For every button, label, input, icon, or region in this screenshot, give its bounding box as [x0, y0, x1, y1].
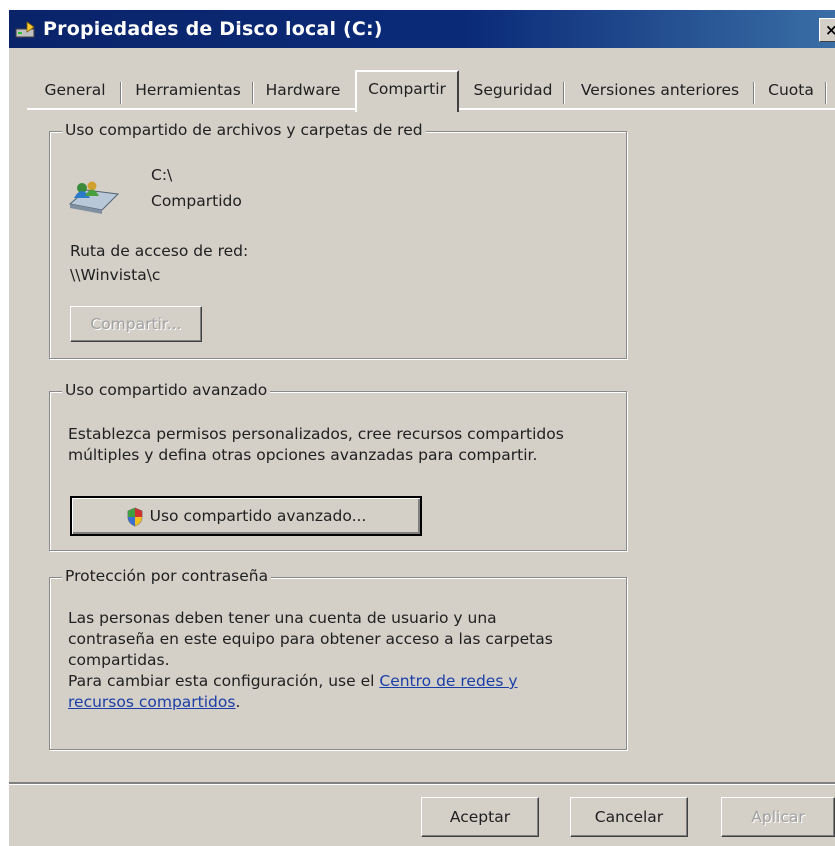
tab-cuota-label: Cuota — [768, 81, 814, 99]
tab-seguridad-label: Seguridad — [473, 81, 553, 99]
advanced-sharing-description-line1: Establezca permisos personalizados, cree… — [68, 425, 564, 443]
network-path-value: \\Winvista\c — [70, 266, 161, 284]
ok-button[interactable]: Aceptar — [421, 797, 539, 837]
tab-herramientas[interactable]: Herramientas — [122, 74, 254, 108]
tab-cuota[interactable]: Cuota — [755, 74, 827, 108]
title-bar[interactable]: Propiedades de Disco local (C:) × — [9, 10, 835, 48]
tab-versiones-label: Versiones anteriores — [580, 81, 740, 99]
share-button[interactable]: Compartir... — [70, 306, 202, 342]
tab-general[interactable]: General — [28, 74, 122, 108]
network-center-link-cont[interactable]: recursos compartidos — [68, 693, 235, 711]
tab-general-label: General — [44, 81, 106, 99]
tab-strip: General Herramientas Hardware Compartir … — [9, 70, 835, 112]
password-text-line1: Las personas deben tener una cuenta de u… — [68, 609, 497, 627]
tab-compartir-label: Compartir — [368, 80, 446, 98]
password-protection-group: Protección por contraseña Las personas d… — [49, 567, 627, 750]
password-protection-legend: Protección por contraseña — [62, 567, 272, 585]
apply-button[interactable]: Aplicar — [721, 797, 835, 837]
password-text-line3: compartidas. — [68, 651, 170, 669]
advanced-sharing-button-label: Uso compartido avanzado... — [149, 507, 367, 525]
advanced-sharing-legend: Uso compartido avanzado — [62, 381, 271, 399]
tab-versiones-anteriores[interactable]: Versiones anteriores — [565, 74, 755, 108]
network-sharing-group: Uso compartido de archivos y carpetas de… — [49, 121, 627, 359]
window-title: Propiedades de Disco local (C:) — [43, 18, 383, 40]
uac-shield-icon — [127, 507, 143, 526]
tab-compartir[interactable]: Compartir — [355, 70, 459, 112]
drive-path: C:\ — [151, 166, 173, 184]
advanced-sharing-description-line2: múltiples y defina otras opciones avanza… — [68, 446, 538, 464]
shared-drive-icon — [68, 181, 120, 214]
close-button[interactable]: × — [819, 18, 835, 42]
password-text-line2: contraseña en este equipo para obtener a… — [68, 630, 553, 648]
tab-hardware-label: Hardware — [265, 81, 341, 99]
tab-panel-bottom-border — [9, 782, 835, 785]
password-protection-text: Las personas deben tener una cuenta de u… — [68, 608, 618, 713]
share-status: Compartido — [151, 192, 242, 210]
drive-icon — [15, 21, 35, 38]
network-path-label: Ruta de acceso de red: — [70, 242, 249, 260]
tab-herramientas-label: Herramientas — [135, 81, 241, 99]
password-text-end: . — [235, 693, 241, 711]
properties-dialog: Propiedades de Disco local (C:) × Genera… — [7, 10, 835, 846]
network-center-link[interactable]: Centro de redes y — [379, 672, 517, 690]
advanced-sharing-description: Establezca permisos personalizados, cree… — [68, 424, 618, 466]
network-sharing-legend: Uso compartido de archivos y carpetas de… — [62, 121, 426, 139]
cancel-button[interactable]: Cancelar — [570, 797, 688, 837]
tab-hardware[interactable]: Hardware — [254, 74, 352, 108]
advanced-sharing-button[interactable]: Uso compartido avanzado... — [70, 496, 422, 536]
advanced-sharing-group: Uso compartido avanzado Establezca permi… — [49, 381, 627, 551]
password-text-line4: Para cambiar esta configuración, use el — [68, 672, 380, 690]
tab-seguridad[interactable]: Seguridad — [461, 74, 565, 108]
